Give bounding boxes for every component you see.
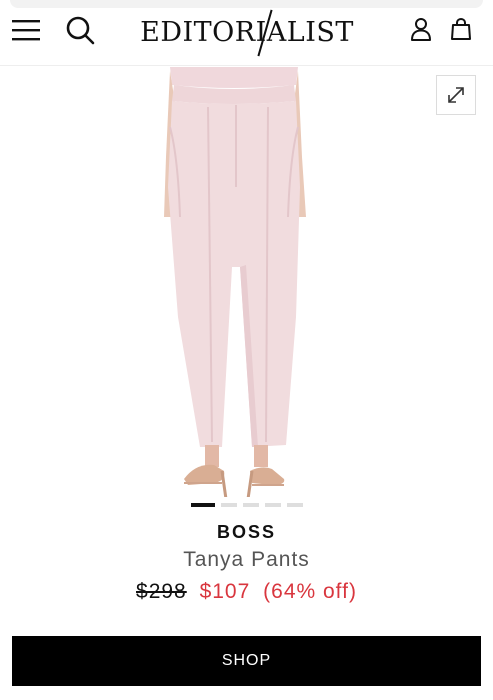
search-icon[interactable] [62, 12, 98, 48]
logo-text: EDITORIALIST [140, 16, 354, 48]
pagination-dot-2[interactable] [220, 503, 237, 507]
discount-label: (64% off) [263, 580, 357, 603]
editorialist-logo[interactable]: EDITORIALIST [140, 9, 354, 57]
shopping-bag-icon[interactable] [444, 12, 478, 46]
product-name: Tanya Pants [183, 548, 310, 571]
header-shade [10, 0, 483, 8]
shop-button[interactable]: SHOP [12, 636, 481, 686]
pagination-dot-3[interactable] [242, 503, 259, 507]
hamburger-menu-icon[interactable] [8, 12, 44, 48]
original-price: $298 [136, 580, 187, 603]
product-image[interactable] [0, 67, 493, 497]
pagination-dot-1[interactable] [190, 503, 215, 507]
image-pagination [0, 503, 493, 511]
user-account-icon[interactable] [404, 12, 438, 46]
sale-price: $107 [199, 580, 251, 603]
expand-arrows-icon[interactable] [436, 75, 476, 115]
price-row: $298 $107 (64% off) [0, 580, 493, 604]
product-brand[interactable]: BOSS [0, 522, 493, 543]
pagination-dot-4[interactable] [264, 503, 281, 507]
site-header: EDITORIALIST [0, 0, 493, 66]
pagination-dot-5[interactable] [286, 503, 303, 507]
